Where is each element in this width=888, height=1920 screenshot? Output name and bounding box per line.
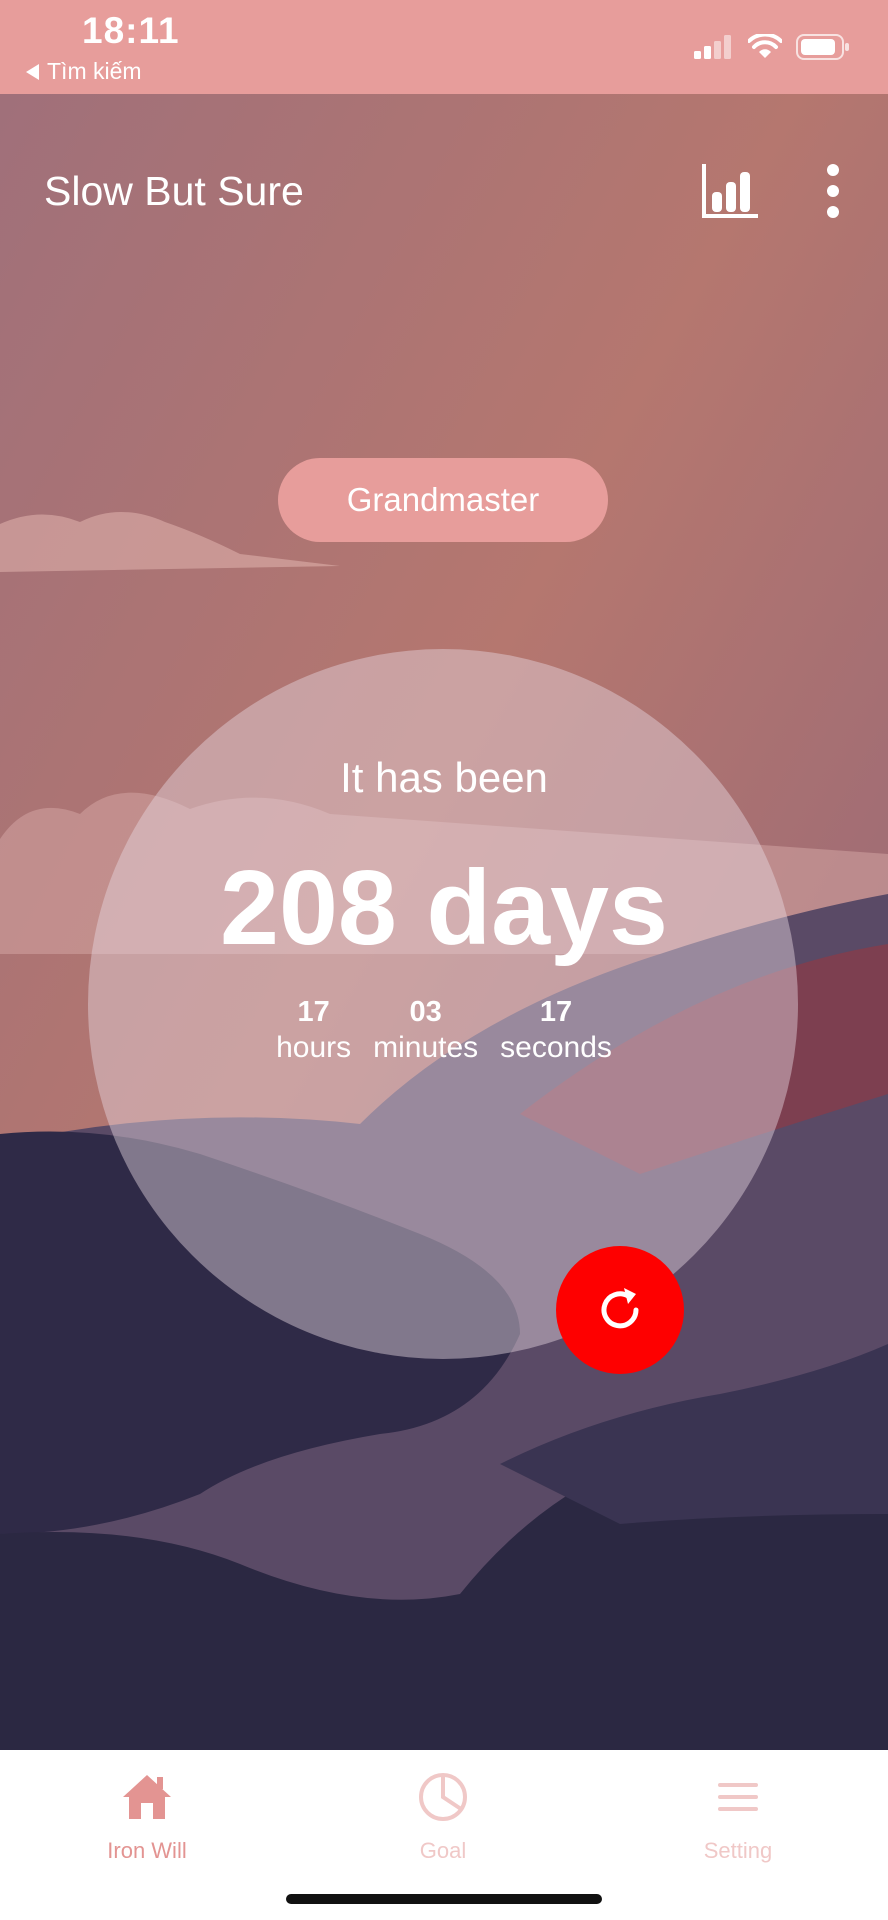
elapsed-days: 208 days	[220, 849, 668, 967]
seconds-value: 17	[539, 996, 573, 1028]
reset-button[interactable]	[556, 1246, 684, 1374]
hours-unit: 17 hours	[276, 996, 351, 1065]
tab-setting[interactable]: Setting	[638, 1764, 838, 1864]
app-title: Slow But Sure	[44, 168, 304, 214]
tab-goal-label: Goal	[419, 1838, 467, 1863]
tab-setting-label: Setting	[703, 1838, 773, 1863]
seconds-unit: 17 seconds	[500, 996, 612, 1065]
more-options-button[interactable]	[815, 160, 851, 222]
status-time: 18:11	[82, 10, 180, 51]
seconds-label: seconds	[500, 1031, 612, 1064]
minutes-label: minutes	[373, 1031, 479, 1064]
menu-lines-icon	[718, 1783, 758, 1811]
signal-icon	[694, 35, 731, 59]
back-arrow-icon	[26, 63, 39, 80]
minutes-unit: 03 minutes	[373, 996, 478, 1065]
minutes-value: 03	[409, 996, 442, 1028]
refresh-icon	[601, 1288, 639, 1329]
tab-goal[interactable]: Goal	[343, 1764, 543, 1864]
wifi-icon	[748, 34, 782, 58]
home-icon	[123, 1775, 171, 1819]
status-icons	[694, 34, 850, 60]
pie-chart-icon	[419, 1773, 467, 1821]
battery-icon	[796, 34, 849, 60]
hours-value: 17	[297, 996, 330, 1028]
status-bar: 18:11 Tìm kiếm	[0, 0, 888, 94]
tab-iron-will-label: Iron Will	[107, 1838, 187, 1863]
home-indicator	[286, 1894, 602, 1904]
stats-button[interactable]	[700, 160, 762, 222]
back-to-search-link[interactable]: Tìm kiếm	[26, 58, 142, 85]
elapsed-breakdown: 17 hours 03 minutes 17 seconds	[0, 996, 888, 1065]
back-label: Tìm kiếm	[47, 58, 142, 84]
tab-iron-will[interactable]: Iron Will	[47, 1764, 247, 1864]
hours-label: hours	[276, 1031, 352, 1064]
bar-chart-icon	[702, 164, 758, 218]
more-vertical-icon	[827, 164, 839, 218]
rank-badge-button[interactable]: Grandmaster	[278, 458, 608, 542]
elapsed-intro-text: It has been	[340, 754, 548, 801]
